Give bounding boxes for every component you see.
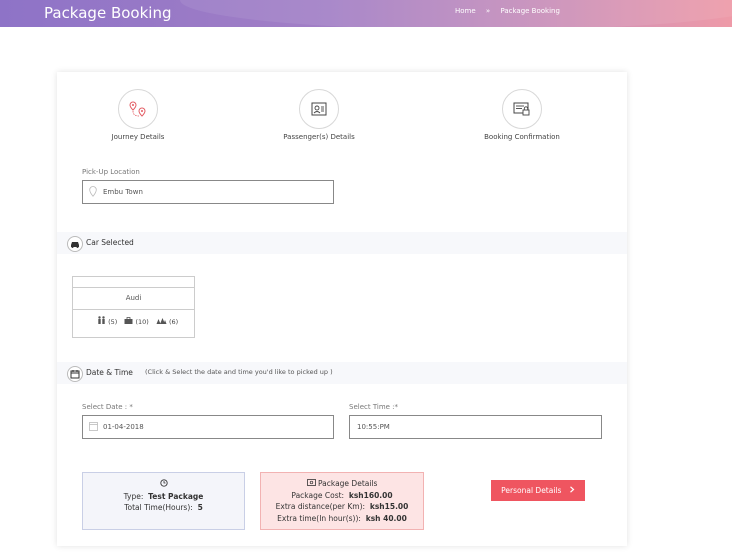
car-name: Audi bbox=[73, 288, 194, 310]
time-minutes[interactable]: 55 bbox=[368, 423, 377, 431]
calendar-small-icon bbox=[89, 422, 98, 431]
step-passenger-details[interactable]: Passenger(s) Details bbox=[259, 89, 379, 141]
extra-distance-value: ksh15.00 bbox=[369, 502, 409, 511]
car-features: (5) (10) (6) bbox=[73, 310, 194, 336]
select-time-label: Select Time :* bbox=[349, 403, 399, 411]
pickup-location-label: Pick-Up Location bbox=[82, 168, 140, 176]
calendar-icon bbox=[67, 366, 83, 382]
package-type-box: Type: Test Package Total Time(Hours): 5 bbox=[82, 472, 245, 530]
personal-details-button-label: Personal Details bbox=[501, 486, 562, 495]
select-date-input[interactable]: 01-04-2018 bbox=[82, 415, 334, 439]
breadcrumb-home-link[interactable]: Home bbox=[455, 7, 476, 15]
breadcrumb-separator: » bbox=[485, 7, 491, 15]
step-booking-confirmation[interactable]: Booking Confirmation bbox=[462, 89, 582, 141]
package-cost-label: Package Cost: bbox=[291, 490, 345, 500]
date-time-title: Date & Time bbox=[86, 368, 133, 377]
seats-icon bbox=[156, 318, 167, 324]
package-details-title: Package Details bbox=[317, 479, 378, 488]
step-label: Booking Confirmation bbox=[484, 133, 560, 141]
date-time-hint: (Click & Select the date and time you'd … bbox=[145, 368, 333, 376]
package-type-value: Test Package bbox=[148, 491, 204, 501]
package-cost-line: Package Cost: ksh160.00 bbox=[261, 490, 423, 502]
select-date-label: Select Date : * bbox=[82, 403, 133, 411]
breadcrumb: Home » Package Booking bbox=[455, 7, 568, 15]
step-circle bbox=[118, 89, 158, 129]
package-type-label: Type: bbox=[123, 491, 144, 501]
date-time-section: Date & Time (Click & Select the date and… bbox=[57, 362, 627, 384]
car-selected-section: Car Selected bbox=[57, 232, 627, 254]
passengers-icon bbox=[98, 316, 105, 324]
clock-icon bbox=[83, 479, 244, 491]
car-extra-count: (6) bbox=[168, 318, 179, 326]
time-period[interactable]: PM bbox=[380, 423, 390, 431]
package-type-line: Type: Test Package bbox=[83, 491, 244, 503]
chevron-right-icon bbox=[569, 486, 575, 493]
package-hours-line: Total Time(Hours): 5 bbox=[83, 502, 244, 514]
select-time-input[interactable]: 10:55:PM bbox=[349, 415, 602, 439]
extra-distance-label: Extra distance(per Km): bbox=[275, 502, 366, 511]
breadcrumb-current: Package Booking bbox=[500, 7, 560, 15]
car-passengers-count: (5) bbox=[108, 318, 118, 326]
money-icon bbox=[306, 479, 316, 486]
car-image-area bbox=[73, 277, 194, 288]
pickup-location-input[interactable]: Embu Town bbox=[82, 180, 334, 204]
selected-car-card[interactable]: Audi (5) (10) (6) bbox=[72, 276, 195, 338]
time-hours[interactable]: 10 bbox=[357, 423, 366, 431]
extra-distance-line: Extra distance(per Km): ksh15.00 bbox=[261, 501, 423, 513]
car-icon bbox=[67, 236, 83, 252]
page-title: Package Booking bbox=[44, 4, 172, 22]
step-journey-details[interactable]: Journey Details bbox=[78, 89, 198, 141]
car-extra: (6) bbox=[156, 310, 178, 334]
car-luggage-count: (10) bbox=[135, 318, 149, 326]
step-circle bbox=[299, 89, 339, 129]
luggage-icon bbox=[124, 317, 133, 324]
booking-card: Journey Details Passenger(s) Details Boo… bbox=[57, 72, 627, 546]
extra-time-label: Extra time(In hour(s)): bbox=[277, 513, 361, 523]
ticket-lock-icon bbox=[513, 102, 530, 116]
id-card-icon bbox=[311, 102, 327, 116]
extra-time-line: Extra time(In hour(s)): ksh 40.00 bbox=[261, 513, 423, 525]
step-circle bbox=[502, 89, 542, 129]
step-label: Passenger(s) Details bbox=[283, 133, 355, 141]
extra-time-value: ksh 40.00 bbox=[365, 513, 407, 523]
package-hours-label: Total Time(Hours): bbox=[124, 503, 193, 512]
select-date-value: 01-04-2018 bbox=[103, 423, 144, 431]
time-value: 10:55:PM bbox=[357, 423, 390, 431]
package-hours-value: 5 bbox=[197, 503, 203, 512]
car-passengers: (5) bbox=[97, 310, 117, 334]
page-header: Package Booking Home » Package Booking bbox=[0, 0, 732, 27]
package-cost-value: ksh160.00 bbox=[348, 490, 393, 500]
personal-details-button[interactable]: Personal Details bbox=[491, 480, 585, 501]
car-luggage: (10) bbox=[124, 310, 149, 334]
package-details-box: Package Details Package Cost: ksh160.00 … bbox=[260, 472, 424, 530]
pickup-location-value: Embu Town bbox=[103, 188, 143, 196]
map-pin-route-icon bbox=[129, 101, 146, 117]
package-details-header: Package Details bbox=[261, 478, 423, 490]
location-pin-icon bbox=[89, 186, 97, 197]
car-selected-title: Car Selected bbox=[86, 238, 134, 247]
step-label: Journey Details bbox=[111, 133, 165, 141]
